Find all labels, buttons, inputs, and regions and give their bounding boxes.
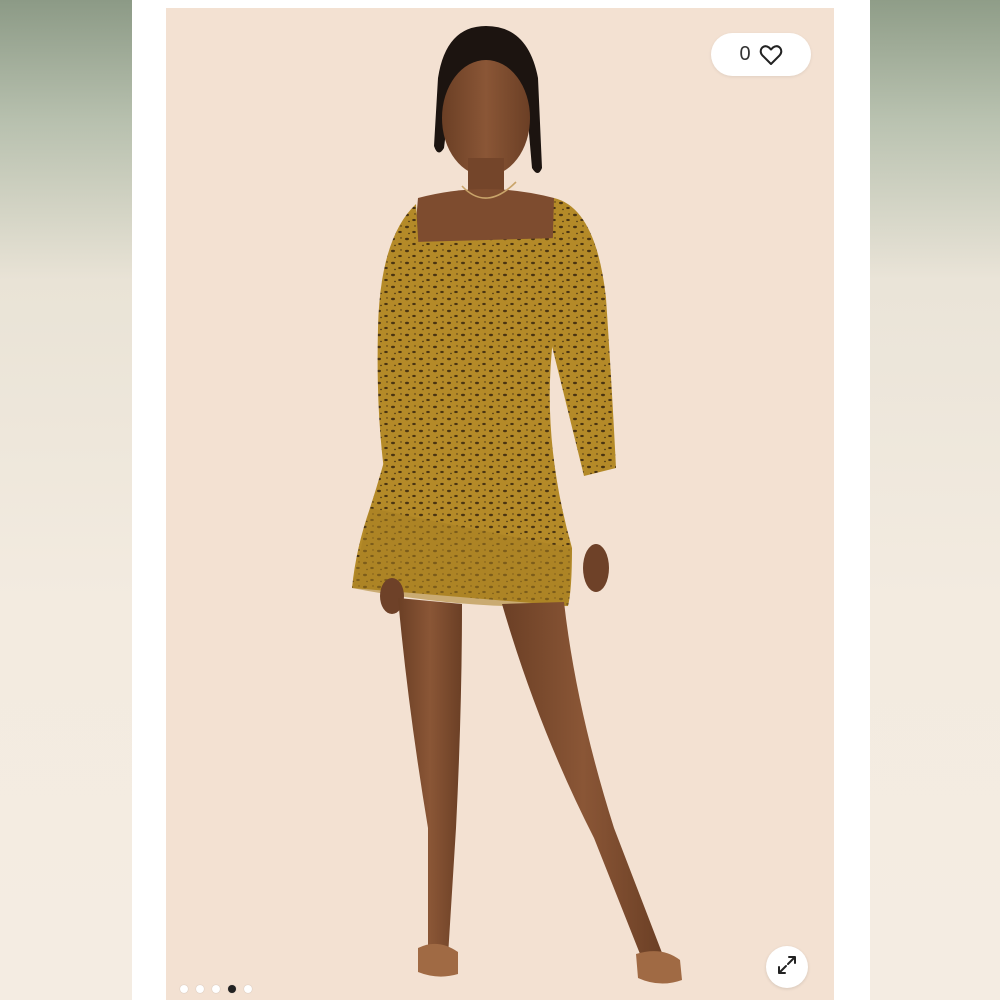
blurred-background-right [870, 0, 1000, 1000]
like-count: 0 [739, 43, 751, 65]
expand-arrows-icon [776, 954, 798, 981]
screen: 0 [0, 0, 1000, 1000]
carousel-pagination [180, 985, 252, 993]
product-photo[interactable] [166, 8, 834, 1000]
blurred-background-left [0, 0, 132, 1000]
carousel-dot[interactable] [228, 985, 236, 993]
model-illustration [352, 26, 682, 984]
carousel-dot[interactable] [244, 985, 252, 993]
like-button[interactable]: 0 [711, 33, 811, 76]
product-card: 0 [132, 0, 870, 1000]
carousel-dot[interactable] [212, 985, 220, 993]
heart-icon [759, 44, 783, 66]
carousel-dot[interactable] [180, 985, 188, 993]
expand-image-button[interactable] [766, 946, 808, 988]
carousel-dot[interactable] [196, 985, 204, 993]
